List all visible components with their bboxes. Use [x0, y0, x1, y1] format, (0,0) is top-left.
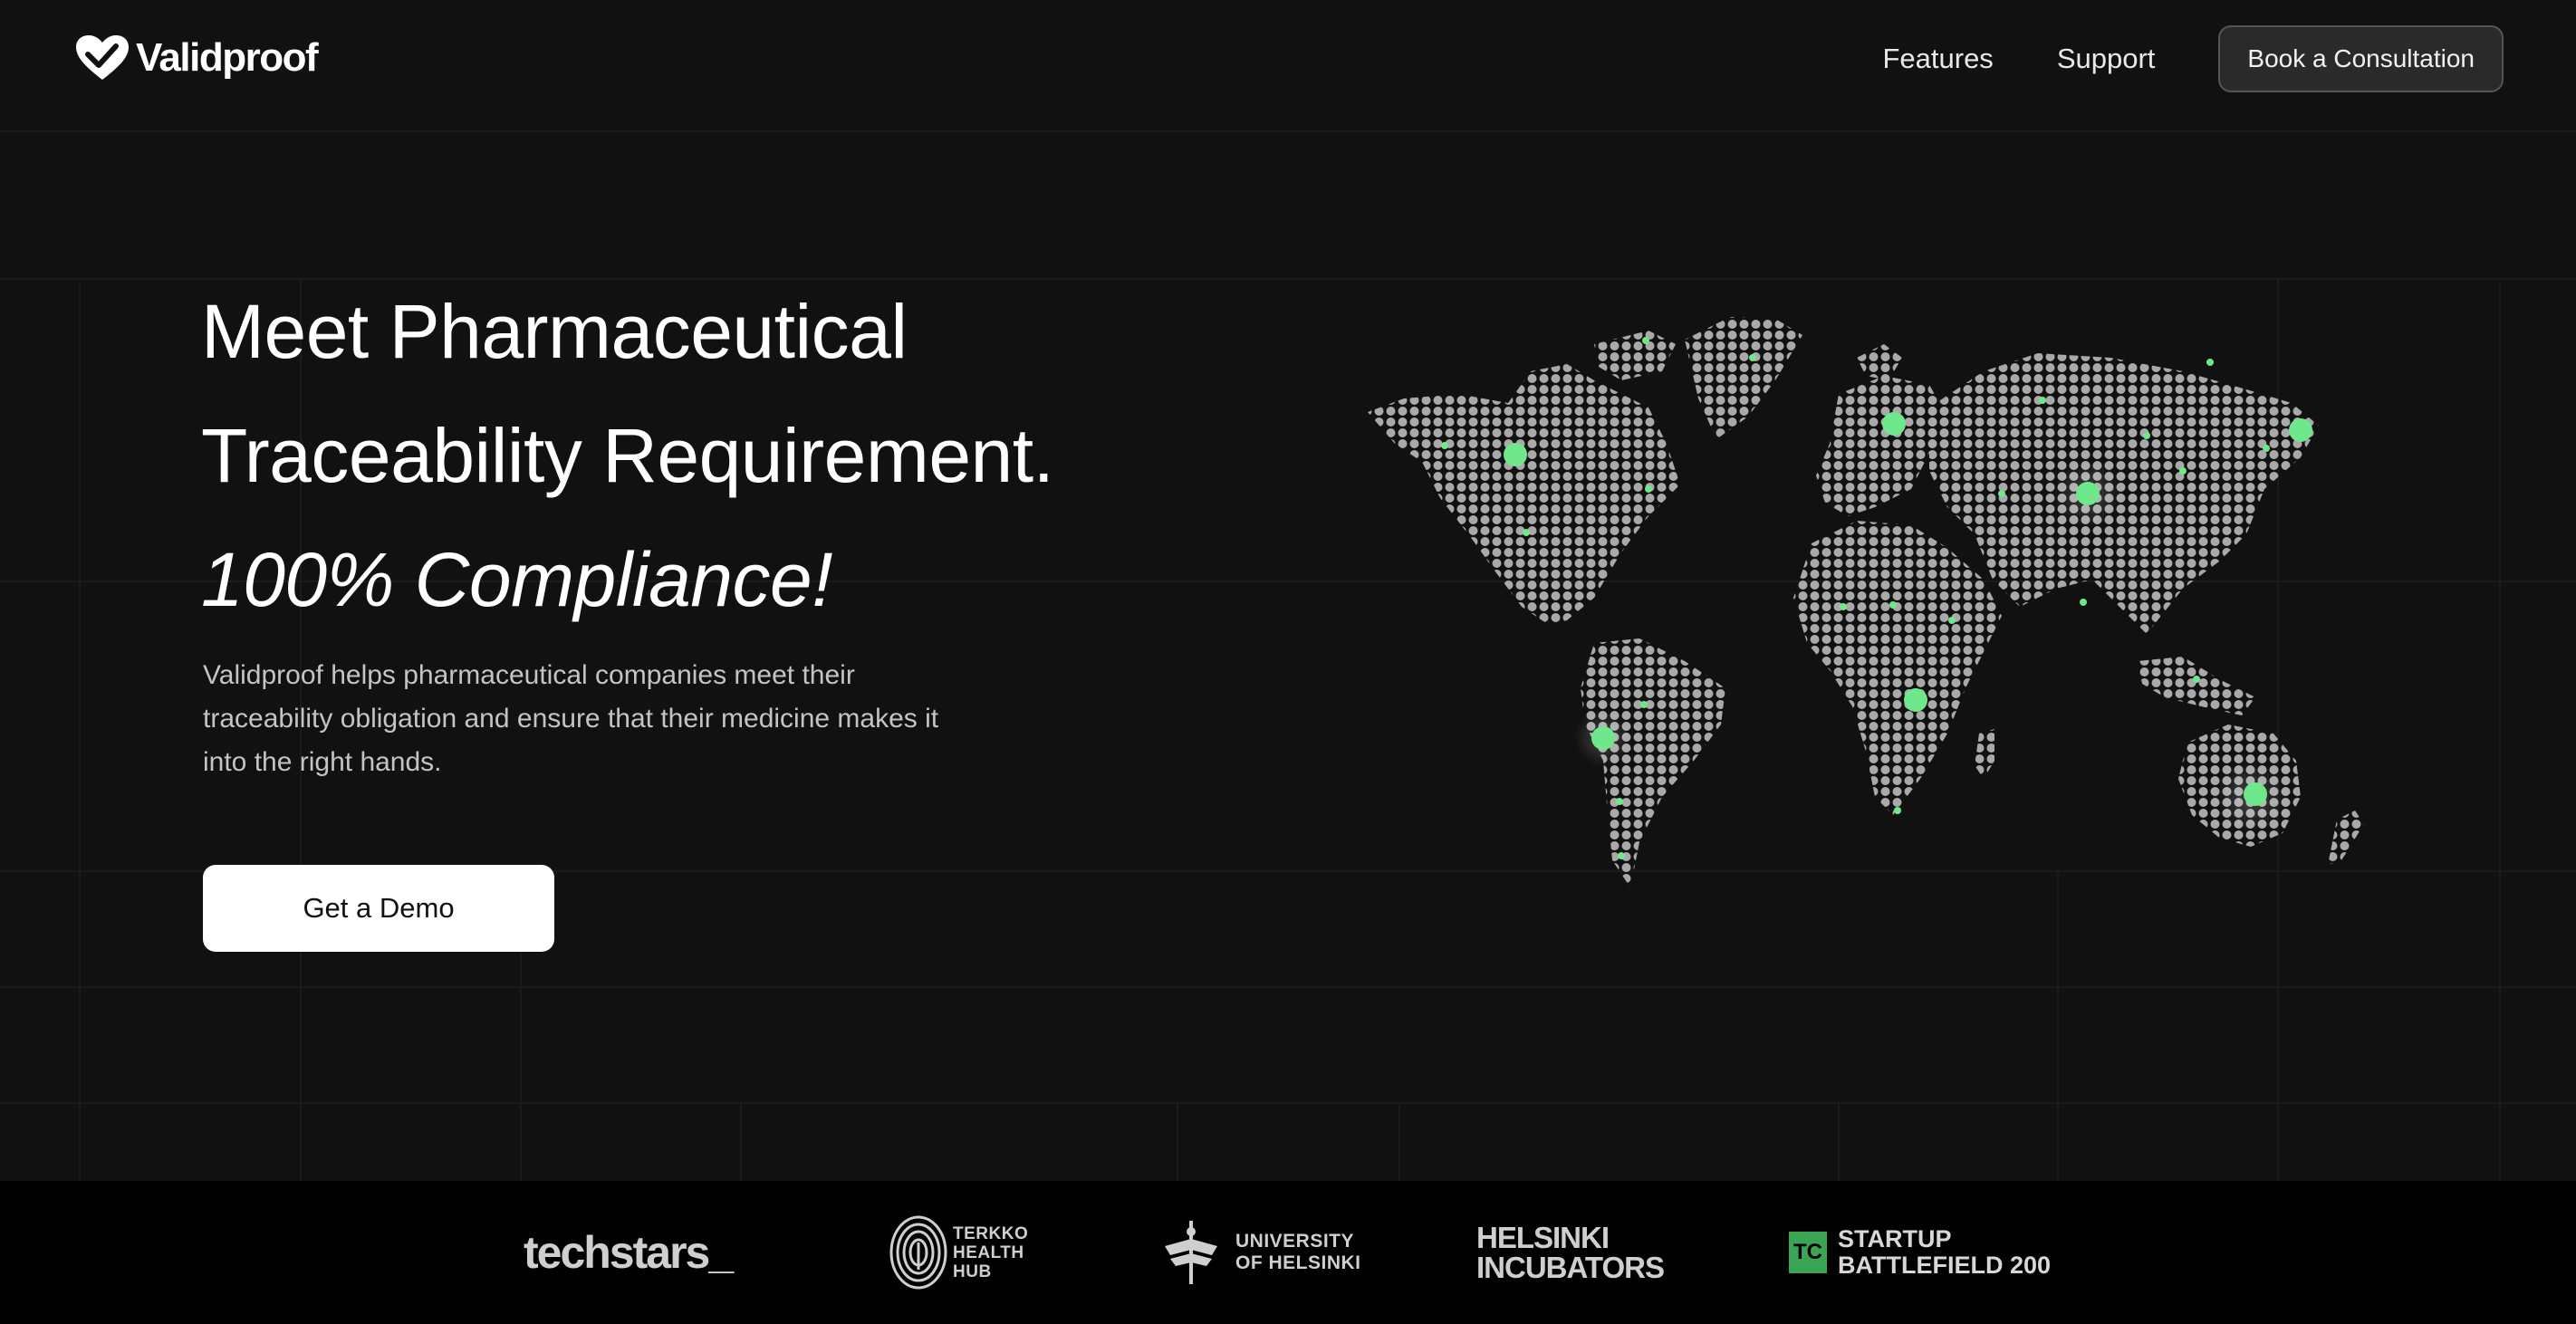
- nav-features-link[interactable]: Features: [1882, 43, 1993, 75]
- marker-asia-east: [2289, 418, 2312, 442]
- techstars-wordmark: techstars_: [524, 1227, 734, 1278]
- helsinki-uni-line-1: UNIVERSITY: [1235, 1231, 1355, 1252]
- hero-title-line-3: 100% Compliance!: [201, 537, 833, 622]
- partner-logos-bar: techstars_ TERKKO HEALTH HUB UNIVERSITY …: [0, 1181, 2576, 1324]
- terkko-text-line-3: HUB: [953, 1262, 992, 1281]
- battlefield-line-2: BATTLEFIELD 200: [1838, 1252, 2052, 1279]
- world-map-graphic: [1368, 317, 2364, 887]
- terkko-health-hub-logo: TERKKO HEALTH HUB: [889, 1181, 1028, 1324]
- techcrunch-mark: TC: [1789, 1232, 1827, 1273]
- book-consultation-button[interactable]: Book a Consultation: [2218, 25, 2504, 92]
- marker-south-america: [1591, 726, 1615, 750]
- hero-title: Meet Pharmaceutical Traceability Require…: [201, 270, 1054, 642]
- marker-australia: [2244, 782, 2267, 806]
- helsinki-incubators-logo: HELSINKI INCUBATORS: [1476, 1181, 1665, 1324]
- greenland-shape: [1685, 317, 1802, 439]
- continents: [1368, 317, 2364, 887]
- hero-description: Validproof helps pharmaceutical companie…: [203, 660, 939, 777]
- marker-africa: [1904, 688, 1927, 712]
- incubators-line-2: INCUBATORS: [1476, 1251, 1665, 1284]
- startup-battlefield-logo: TC STARTUP BATTLEFIELD 200: [1789, 1181, 2051, 1324]
- se-asia-islands-shape: [2138, 657, 2255, 715]
- battlefield-line-1: STARTUP: [1838, 1225, 1952, 1252]
- helsinki-uni-text: UNIVERSITY OF HELSINKI: [1235, 1231, 1361, 1274]
- new-zealand-shape: [2328, 811, 2364, 865]
- university-of-helsinki-logo: UNIVERSITY OF HELSINKI: [1159, 1181, 1361, 1324]
- helsinki-uni-line-2: OF HELSINKI: [1235, 1252, 1361, 1273]
- terkko-text-line-1: TERKKO: [953, 1223, 1029, 1243]
- battlefield-text: STARTUP BATTLEFIELD 200: [1838, 1226, 2051, 1279]
- north-america-shape: [1368, 364, 1680, 625]
- africa-shape: [1793, 521, 2002, 815]
- hero-title-line-2: Traceability Requirement.: [201, 413, 1054, 498]
- helsinki-crest-icon: [1165, 1221, 1217, 1284]
- hero-title-line-1: Meet Pharmaceutical: [201, 289, 908, 374]
- incubators-line-1: HELSINKI: [1476, 1221, 1610, 1254]
- top-navbar: Validproof Features Support Book a Consu…: [0, 0, 2576, 120]
- incubators-text: HELSINKI INCUBATORS: [1476, 1221, 1665, 1284]
- terkko-text: TERKKO HEALTH HUB: [953, 1224, 1028, 1281]
- brand-name: Validproof: [136, 35, 319, 80]
- brand-logo[interactable]: Validproof: [74, 34, 319, 82]
- uk-shape: [1857, 344, 1902, 380]
- marker-north-america: [1504, 443, 1527, 466]
- get-demo-button[interactable]: Get a Demo: [203, 865, 554, 952]
- madagascar-shape: [1975, 729, 1994, 779]
- marker-europe: [1882, 412, 1906, 436]
- arctic-islands-shape: [1594, 331, 1676, 380]
- terkko-text-line-2: HEALTH: [953, 1242, 1024, 1262]
- nav-support-link[interactable]: Support: [2057, 43, 2156, 75]
- main-nav: Features Support Book a Consultation: [1882, 25, 2504, 92]
- heart-check-icon: [76, 35, 129, 80]
- europe-shape: [1816, 376, 1947, 516]
- techstars-logo: techstars_: [524, 1181, 734, 1324]
- marker-asia-central: [2076, 482, 2100, 505]
- fingerprint-icon: [889, 1215, 947, 1290]
